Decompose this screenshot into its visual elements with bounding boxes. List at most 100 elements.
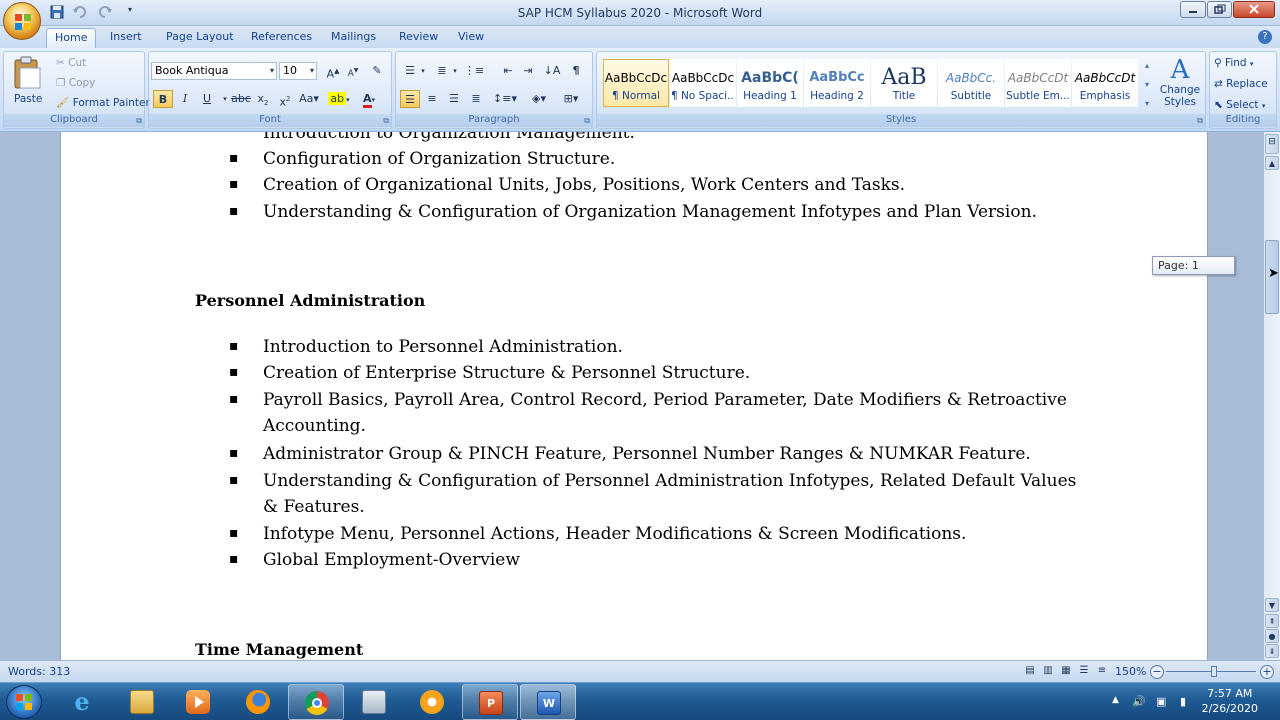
find-button[interactable]: ⚲ Find ▾ [1214,56,1253,71]
align-center-icon[interactable]: ≡ [422,90,442,108]
web-layout-icon[interactable]: ▦ [1058,662,1074,678]
paste-button[interactable]: Paste [10,56,44,112]
justify-icon[interactable]: ≣ [466,90,486,108]
change-styles-button[interactable]: A Change Styles [1157,56,1203,116]
restore-button[interactable] [1207,1,1232,18]
decrease-indent-icon[interactable]: ⇤ [498,62,518,80]
show-formatting-marks-icon[interactable]: ¶ [566,62,586,80]
shading-icon[interactable]: ◈▾ [526,90,552,108]
numbering-icon[interactable]: ≣ [432,62,452,80]
tab-home[interactable]: Home [46,28,97,48]
highlight-color-icon[interactable]: ab ▾ [327,90,351,108]
zoom-slider-thumb[interactable] [1211,666,1217,677]
show-hidden-icons[interactable]: ▲ [1112,695,1119,705]
tab-page-layout[interactable]: Page Layout [158,28,242,48]
font-size-select[interactable]: 10 ▾ [279,62,317,80]
underline-button[interactable]: U [197,90,217,108]
outline-icon[interactable]: ☰ [1076,662,1092,678]
select-button[interactable]: ⬉ Select ▾ [1214,98,1265,113]
increase-indent-icon[interactable]: ⇥ [518,62,538,80]
firefox-taskbar[interactable] [230,684,286,720]
style-subtitle[interactable]: AaBbCc. Subtitle [938,59,1004,107]
signal-icon[interactable]: ▮ [1180,695,1186,708]
font-family-select[interactable]: Book Antiqua ▾ [151,62,277,80]
bullets-dropdown-icon[interactable]: ▾ [418,62,428,80]
clipboard-launcher-icon[interactable]: ⧉ [136,116,142,126]
internet-explorer-taskbar[interactable]: e [54,684,110,720]
styles-scroll[interactable]: ▴ ▾ ▾ [1141,56,1153,114]
media-player-taskbar[interactable] [170,684,226,720]
system-clock[interactable]: 7:57 AM 2/26/2020 [1202,686,1258,716]
style-normal[interactable]: AaBbCcDc ¶ Normal [603,59,669,107]
paragraph-group-label: Paragraph [396,114,592,127]
tab-review[interactable]: Review [391,28,446,48]
font-size-value: 10 [283,64,297,77]
zoom-in-icon[interactable]: + [1260,665,1274,679]
clear-formatting-icon[interactable]: ✎ [367,62,387,80]
app-taskbar[interactable] [404,684,460,720]
network-icon[interactable]: ▣ [1156,695,1166,708]
start-button[interactable] [6,685,42,719]
style-name: Subtle Em... [1006,90,1070,102]
cut-button[interactable]: ✂ Cut [56,56,86,70]
shrink-font-icon[interactable]: A▼ [343,62,363,80]
grow-font-icon[interactable]: A▲ [323,62,343,81]
word-taskbar[interactable]: W [520,684,576,720]
numbering-dropdown-icon[interactable]: ▾ [450,62,460,80]
format-painter-button[interactable]: 🖌 Format Painter [56,96,150,110]
vertical-scrollbar[interactable]: ⊟ ▲ ▼ ⇞ ● ⇟ [1264,132,1280,660]
full-screen-reading-icon[interactable]: ▥ [1040,662,1056,678]
style-no-spacing[interactable]: AaBbCcDc ¶ No Spaci... [670,59,736,107]
draft-icon[interactable]: ≡ [1094,662,1110,678]
strikethrough-button[interactable]: abc [231,90,251,108]
bold-button[interactable]: B [153,90,173,108]
styles-launcher-icon[interactable]: ⧉ [1197,116,1203,126]
style-subtle-emphasis[interactable]: AaBbCcDt Subtle Em... [1005,59,1071,107]
scroll-up-icon[interactable]: ▲ [1265,156,1279,170]
line-spacing-icon[interactable]: ↕≡▾ [492,90,518,108]
zoom-out-icon[interactable]: − [1150,665,1164,679]
change-case-button[interactable]: Aa▾ [297,90,321,108]
style-emphasis[interactable]: AaBbCcDt Emphasis [1072,59,1138,107]
minimize-button[interactable] [1180,1,1206,18]
chrome-taskbar[interactable] [288,684,344,720]
previous-page-icon[interactable]: ⇞ [1265,614,1279,628]
view-ruler-icon[interactable]: ⊟ [1265,134,1279,154]
list-item: Introduction to Personnel Administration… [263,337,623,357]
tab-insert[interactable]: Insert [102,28,150,48]
word-count[interactable]: Words: 313 [8,665,70,678]
print-layout-icon[interactable]: ▤ [1022,662,1038,678]
zoom-level[interactable]: 150% [1115,665,1146,678]
font-launcher-icon[interactable]: ⧉ [383,116,389,126]
style-heading-2[interactable]: AaBbCc Heading 2 [804,59,870,107]
italic-button[interactable]: I [175,90,195,108]
tab-view[interactable]: View [450,28,492,48]
close-button[interactable] [1233,1,1275,18]
explorer-taskbar[interactable] [114,684,170,720]
copy-button[interactable]: ❐ Copy [56,76,95,90]
multilevel-list-icon[interactable]: ⋮≡ [464,62,484,80]
tab-references[interactable]: References [243,28,320,48]
next-page-icon[interactable]: ⇟ [1265,644,1279,658]
subscript-button[interactable]: x2 [253,90,273,108]
replace-button[interactable]: ⇄ Replace [1214,77,1268,91]
font-color-icon[interactable]: A▾ [357,90,381,108]
paragraph-launcher-icon[interactable]: ⧉ [584,116,590,126]
powerpoint-taskbar[interactable]: P [462,684,518,720]
browse-object-icon[interactable]: ● [1265,629,1279,643]
calculator-taskbar[interactable] [346,684,402,720]
align-right-icon[interactable]: ☰ [444,90,464,108]
style-heading-1[interactable]: AaBbC( Heading 1 [737,59,803,107]
document-page[interactable]: Introduction to Organization Management.… [60,132,1208,660]
office-button[interactable] [3,2,41,40]
style-title[interactable]: AaB Title [871,59,937,107]
superscript-button[interactable]: x2 [275,90,295,109]
volume-icon[interactable]: 🔊 [1132,695,1146,708]
scroll-down-icon[interactable]: ▼ [1265,598,1279,612]
borders-icon[interactable]: ⊞▾ [558,90,584,108]
bullets-icon[interactable]: ☰ [400,62,420,80]
tab-mailings[interactable]: Mailings [323,28,384,48]
help-icon[interactable]: ? [1258,30,1272,44]
align-left-icon[interactable]: ☰ [400,90,420,108]
sort-icon[interactable]: ↓A [542,62,562,80]
